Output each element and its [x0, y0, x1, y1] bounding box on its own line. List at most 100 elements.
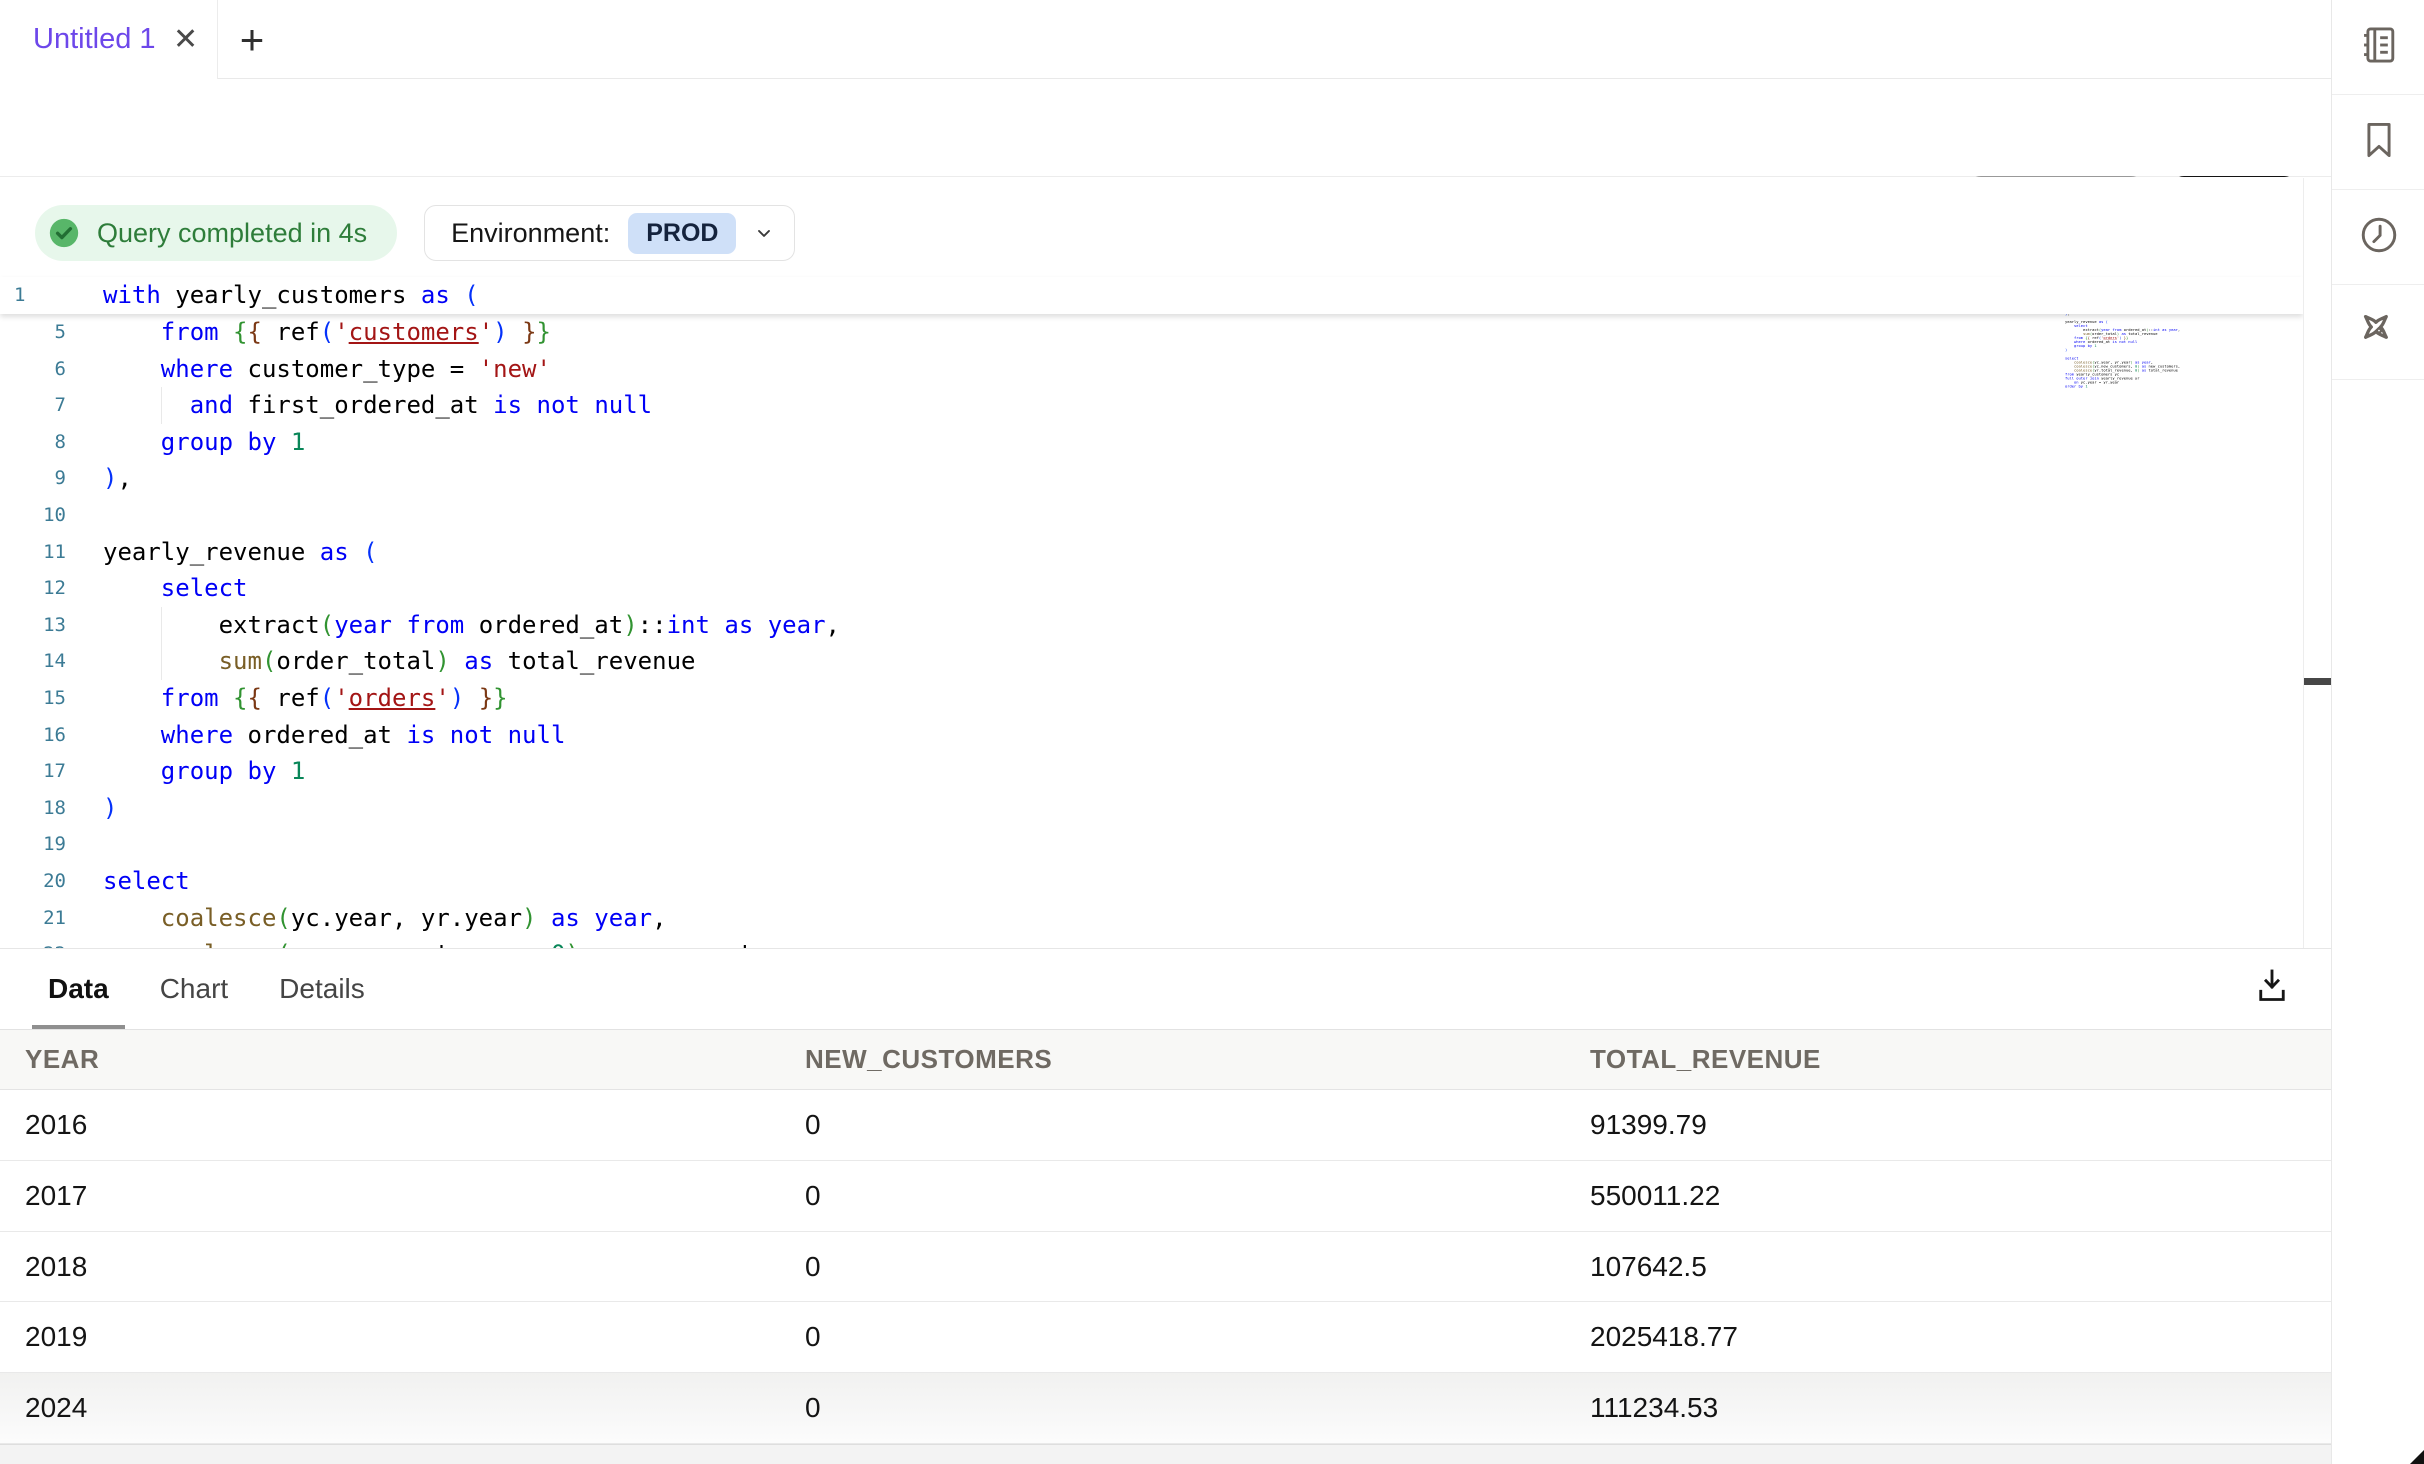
table-cell: 0: [805, 1090, 821, 1160]
table-bottom-scroll-area: [0, 1444, 2331, 1464]
line-number: 20: [0, 863, 66, 900]
code-line[interactable]: 13 extract(year from ordered_at)::int as…: [0, 607, 2303, 644]
code-line[interactable]: 11 yearly_revenue as (: [0, 534, 2303, 571]
sidebar-button-lineage[interactable]: [2332, 285, 2424, 380]
code-text: select: [103, 863, 190, 900]
code-text: coalesce(yc.new_customers, 0) as new_cus…: [103, 936, 840, 948]
line-number: 17: [0, 753, 66, 790]
line-number: 13: [0, 607, 66, 644]
chevron-down-icon: [754, 223, 774, 243]
table-row: 2016 0 91399.79: [0, 1090, 2331, 1161]
query-status-badge: Query completed in 4s: [35, 205, 397, 261]
toolbar: Develop Run: [0, 79, 2332, 177]
code-text: select: [103, 570, 248, 607]
code-line[interactable]: 7 and first_ordered_at is not null: [0, 387, 2303, 424]
resize-grip-icon[interactable]: [2410, 1450, 2424, 1464]
table-cell: 2019: [25, 1302, 87, 1372]
code-line[interactable]: 17 group by 1: [0, 753, 2303, 790]
environment-dropdown[interactable]: Environment: PROD: [424, 205, 795, 261]
code-line[interactable]: 18): [0, 790, 2303, 827]
table-cell: 0: [805, 1302, 821, 1372]
code-line[interactable]: 12 select: [0, 570, 2303, 607]
check-circle-icon: [47, 216, 81, 250]
code-text: extract(year from ordered_at)::int as ye…: [103, 607, 840, 644]
code-line[interactable]: 8 group by 1: [0, 424, 2303, 461]
code-line[interactable]: 19: [0, 826, 2303, 863]
line-number: 10: [0, 497, 66, 534]
minimap-line: order by 1: [2065, 384, 2123, 388]
table-header-row: YEAR NEW_CUSTOMERS TOTAL_REVENUE: [0, 1029, 2331, 1090]
results-panel: Data Chart Details YEAR NEW_CUSTOMERS TOTA…: [0, 948, 2331, 1464]
right-sidebar: [2331, 0, 2424, 1464]
line-number: 11: [0, 534, 66, 571]
environment-label: Environment:: [451, 218, 610, 249]
code-text: from {{ ref('orders') }}: [103, 680, 508, 717]
sql-editor[interactable]: Query completed in 4s Environment: PROD …: [0, 177, 2303, 948]
table-row: 20180107642.5: [0, 1232, 2331, 1303]
line-number: 21: [0, 900, 66, 937]
sticky-scroll-line[interactable]: 1 with yearly_customers as (: [0, 277, 2303, 314]
line-number: 22: [0, 936, 66, 948]
code-text: yearly_revenue as (: [103, 534, 378, 571]
editor-scrollbar-track[interactable]: [2303, 178, 2331, 948]
table-cell: 111234.53: [1590, 1373, 1718, 1443]
table-row: 2019 0 2025418.77: [0, 1302, 2331, 1373]
code-line[interactable]: 15 from {{ ref('orders') }}: [0, 680, 2303, 717]
line-number: 19: [0, 826, 66, 863]
download-icon[interactable]: [2254, 965, 2290, 1007]
sidebar-button-history[interactable]: [2332, 190, 2424, 285]
column-header-new-customers: NEW_CUSTOMERS: [805, 1030, 1052, 1089]
table-cell: 2025418.77: [1590, 1302, 1738, 1372]
line-number: 16: [0, 717, 66, 754]
line-number: 9: [0, 460, 66, 497]
environment-value-badge: PROD: [628, 213, 736, 254]
tab-label: Untitled 1: [33, 23, 156, 56]
bookmark-icon: [2357, 118, 2401, 167]
table-cell: 2024: [25, 1373, 87, 1443]
table-cell: 2016: [25, 1090, 87, 1160]
code-text: from {{ ref('customers') }}: [103, 314, 551, 351]
code-text: sum(order_total) as total_revenue: [103, 643, 695, 680]
results-tab-chart[interactable]: Chart: [160, 949, 228, 1029]
code-text: group by 1: [103, 753, 305, 790]
table-row: 2024 0 111234.53: [0, 1373, 2331, 1444]
table-cell: 91399.79: [1590, 1090, 1707, 1160]
results-tab-details[interactable]: Details: [279, 949, 365, 1029]
code-line[interactable]: 9),: [0, 460, 2303, 497]
table-cell: 0: [805, 1161, 821, 1231]
sticky-line-code: with yearly_customers as (: [103, 277, 479, 314]
table-cell: 0: [805, 1373, 821, 1443]
code-line[interactable]: 20 select: [0, 863, 2303, 900]
code-text: where customer_type = 'new': [103, 351, 551, 388]
code-text: group by 1: [103, 424, 305, 461]
line-number: 18: [0, 790, 66, 827]
line-number: 6: [0, 351, 66, 388]
code-line[interactable]: 16 where ordered_at is not null: [0, 717, 2303, 754]
new-tab-button[interactable]: +: [228, 0, 276, 79]
code-line[interactable]: 21 coalesce(yc.year, yr.year) as year,: [0, 900, 2303, 937]
close-icon[interactable]: ✕: [173, 27, 199, 53]
query-status-text: Query completed in 4s: [97, 218, 367, 249]
code-line[interactable]: 22 coalesce(yc.new_customers, 0) as new_…: [0, 936, 2303, 948]
line-number: 7: [0, 387, 66, 424]
code-line[interactable]: 14 sum(order_total) as total_revenue: [0, 643, 2303, 680]
code-text: ),: [103, 460, 132, 497]
table-cell: 2018: [25, 1232, 87, 1302]
line-number: 12: [0, 570, 66, 607]
notebook-icon: [2356, 22, 2402, 73]
table-cell: 0: [805, 1232, 821, 1302]
code-text: coalesce(yc.year, yr.year) as year,: [103, 900, 667, 937]
table-cell: 550011.22: [1590, 1161, 1720, 1231]
sidebar-button-notebook[interactable]: [2332, 0, 2424, 95]
sidebar-button-bookmark[interactable]: [2332, 95, 2424, 190]
code-line[interactable]: 5 from {{ ref('customers') }}: [0, 314, 2303, 351]
code-text: where ordered_at is not null: [103, 717, 565, 754]
code-line[interactable]: 10: [0, 497, 2303, 534]
tab-untitled-1[interactable]: Untitled 1 ✕: [0, 0, 218, 79]
results-tab-data[interactable]: Data: [48, 949, 109, 1029]
code-line[interactable]: 6 where customer_type = 'new': [0, 351, 2303, 388]
line-number: 14: [0, 643, 66, 680]
sticky-line-number: 1: [0, 277, 66, 314]
table-row: 20170550011.22: [0, 1161, 2331, 1232]
editor-scrollbar-thumb[interactable]: [2304, 678, 2331, 685]
